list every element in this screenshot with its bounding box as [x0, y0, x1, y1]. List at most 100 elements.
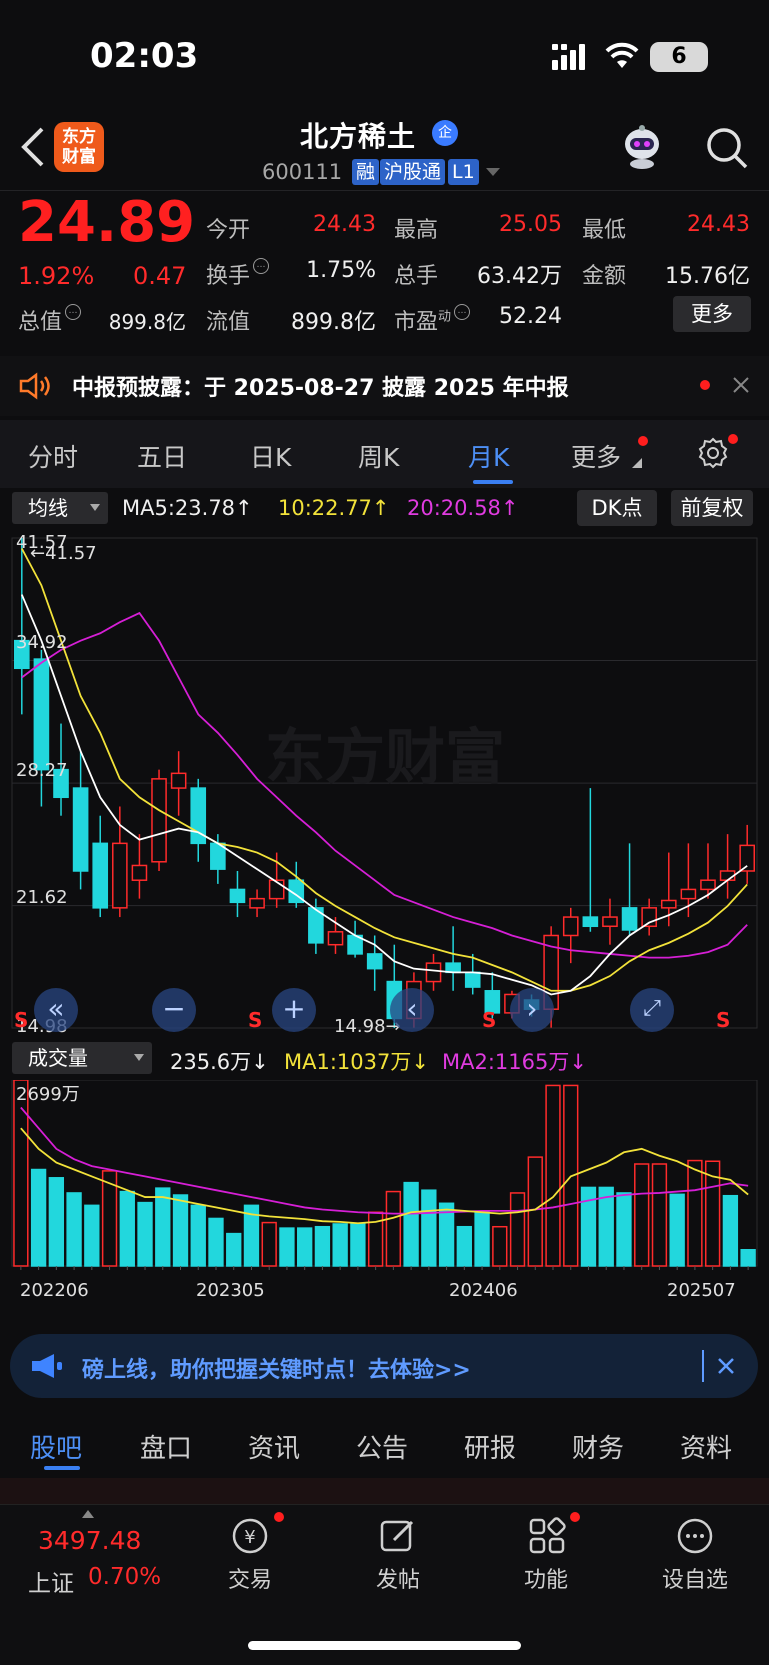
tag-connect: 沪股通 [380, 159, 446, 185]
candle-body [680, 888, 697, 900]
pe-value: 52.24 [499, 304, 562, 329]
functions-grid-icon[interactable] [527, 1516, 567, 1556]
back-arrow-icon[interactable] [18, 125, 48, 169]
candle-body [170, 772, 187, 789]
tab-finance[interactable]: 财务 [572, 1428, 624, 1465]
tab-research[interactable]: 研报 [464, 1428, 516, 1465]
candle-body [621, 907, 638, 931]
speaker-icon [19, 372, 50, 400]
tab-more[interactable]: 更多 [571, 438, 621, 474]
vol-ma1-value: MA1:1037万↓ [284, 1050, 429, 1074]
indicator-select[interactable]: 均线 [12, 492, 108, 524]
index-name[interactable]: 上证 [28, 1564, 74, 1598]
search-icon[interactable] [705, 126, 749, 170]
tab-news[interactable]: 资讯 [248, 1428, 300, 1465]
nav-trade[interactable]: 交易 [210, 1562, 290, 1594]
volume-bar [48, 1177, 65, 1267]
tab-more-dot [638, 436, 648, 446]
status-time: 02:03 [90, 36, 199, 76]
volume-bar [190, 1204, 206, 1267]
mktcap-label: 总值… [18, 304, 82, 336]
high-value: 25.05 [499, 212, 562, 237]
volume-bar [261, 1221, 277, 1267]
zoom-in-button[interactable]: + [272, 988, 316, 1032]
scroll-left-fast-button[interactable]: « [34, 988, 78, 1032]
volume-bar [172, 1194, 189, 1267]
volume-chart[interactable] [0, 1080, 769, 1320]
sell-signal-marker[interactable]: S [248, 1008, 262, 1032]
promo-text[interactable]: 磅上线，助你把握关键时点！去体验>> [82, 1352, 471, 1384]
tag-level: L1 [448, 159, 479, 185]
kline-chart[interactable]: 东方财富 [0, 528, 769, 1038]
volume-bar [598, 1186, 614, 1267]
volume-bar [332, 1223, 348, 1267]
stock-name[interactable]: 北方稀土 [300, 115, 416, 155]
fullscreen-icon[interactable]: ⤢ [630, 988, 674, 1032]
index-value[interactable]: 3497.48 [38, 1526, 141, 1555]
sell-signal-marker[interactable]: S [716, 1008, 730, 1032]
scroll-right-button[interactable]: › [510, 988, 554, 1032]
change-amount: 0.47 [133, 262, 187, 290]
candle-body [366, 953, 383, 970]
candle-body [151, 778, 167, 863]
more-button[interactable]: 更多 [673, 296, 751, 332]
nav-functions[interactable]: 功能 [506, 1562, 586, 1594]
tab-daily-k[interactable]: 日K [250, 438, 291, 474]
feed-peek [0, 1478, 769, 1506]
svg-text:¥: ¥ [244, 1527, 255, 1548]
volume-bar [155, 1187, 171, 1267]
volume-indicator-select[interactable]: 成交量 [12, 1042, 152, 1074]
more-dots-icon[interactable] [675, 1516, 715, 1556]
volume-bar [740, 1249, 756, 1267]
stock-code: 600111 [262, 160, 343, 184]
post-edit-icon[interactable] [378, 1516, 418, 1556]
adjust-button[interactable]: 前复权 [671, 490, 753, 526]
volume-bar [509, 1192, 526, 1267]
close-icon[interactable] [732, 376, 750, 394]
tab-guba[interactable]: 股吧 [30, 1428, 82, 1465]
zoom-out-button[interactable]: − [152, 988, 196, 1032]
turnover-value: 1.75% [306, 258, 376, 283]
sell-signal-marker[interactable]: S [482, 1008, 496, 1032]
volume-bar [492, 1225, 508, 1267]
info-icon[interactable]: … [65, 304, 82, 320]
candle-body [229, 888, 246, 904]
tab-announcements[interactable]: 公告 [356, 1428, 408, 1465]
tab-active-indicator [473, 480, 513, 484]
content-tab-indicator [44, 1466, 80, 1470]
ma10-value: 10:22.77↑ [278, 496, 390, 520]
trade-icon[interactable]: ¥ [230, 1516, 270, 1556]
tab-intraday[interactable]: 分时 [28, 438, 78, 474]
volume-bar [634, 1163, 650, 1267]
dropdown-caret-icon[interactable] [486, 168, 500, 178]
settings-gear-icon[interactable] [696, 436, 730, 470]
float-value: 899.8亿 [291, 310, 376, 335]
dk-point-button[interactable]: DK点 [577, 490, 657, 526]
candle-body [700, 879, 716, 891]
nav-post[interactable]: 发帖 [358, 1562, 438, 1594]
volume-bar [297, 1227, 313, 1267]
tab-pankou[interactable]: 盘口 [140, 1428, 192, 1465]
index-percent[interactable]: 0.70% [88, 1564, 161, 1590]
candle-body [131, 864, 148, 881]
change-percent: 1.92% [18, 262, 95, 290]
volume-bar [527, 1156, 543, 1267]
assistant-robot-icon[interactable] [618, 124, 666, 170]
expand-caret-icon[interactable] [82, 1510, 94, 1518]
info-icon[interactable]: … [454, 304, 471, 320]
volume-bar [30, 1168, 47, 1267]
ma20-value: 20:20.58↑ [407, 496, 519, 520]
info-icon[interactable]: … [253, 258, 270, 274]
candle-body [562, 916, 579, 937]
tab-five-day[interactable]: 五日 [137, 438, 187, 474]
last-price: 24.89 [18, 190, 196, 255]
sell-signal-marker[interactable]: S [14, 1008, 28, 1032]
tab-weekly-k[interactable]: 周K [358, 438, 399, 474]
functions-dot [570, 1512, 580, 1522]
scroll-left-button[interactable]: ‹ [390, 988, 434, 1032]
nav-add-watchlist[interactable]: 设自选 [654, 1562, 736, 1594]
tab-profile[interactable]: 资料 [680, 1428, 732, 1465]
tab-monthly-k[interactable]: 月K [468, 438, 509, 474]
close-icon[interactable] [716, 1356, 736, 1376]
notice-text[interactable]: 中报预披露：于 2025-08-27 披露 2025 年中报 [72, 370, 569, 402]
